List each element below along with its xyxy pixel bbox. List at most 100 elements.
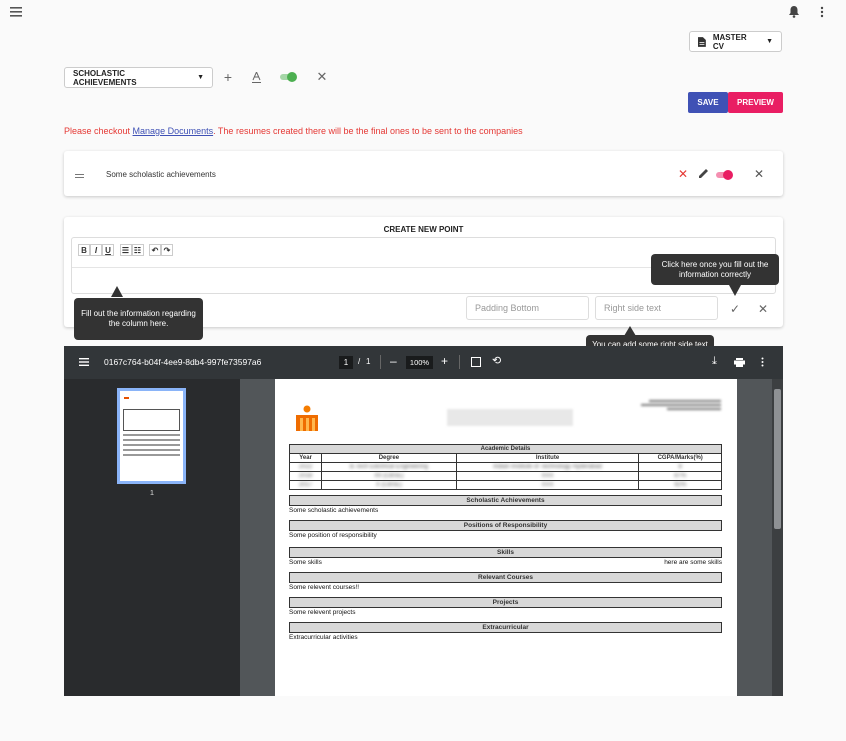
page-thumbnail[interactable] bbox=[117, 388, 186, 484]
cv-selector-label: MASTER CV bbox=[712, 32, 747, 51]
column-header: Degree bbox=[321, 453, 457, 463]
table-cell: 87% bbox=[638, 471, 722, 481]
section-selector-label: SCHOLASTIC ACHIEVEMENTS bbox=[73, 68, 137, 87]
table-cell: 8 bbox=[638, 462, 722, 472]
redo-icon[interactable]: ↷ bbox=[161, 244, 174, 256]
table-cell: B.Tech Electrical Engineering bbox=[321, 462, 457, 472]
padding-bottom-input[interactable]: Padding Bottom bbox=[466, 296, 589, 320]
section-left-text: Some scholastic achievements bbox=[289, 507, 379, 514]
section-title: Scholastic Achievements bbox=[289, 495, 722, 506]
resume-section: Extracurricular Extracurricular activiti… bbox=[289, 622, 722, 641]
close-icon[interactable]: ✕ bbox=[754, 167, 764, 181]
institute-logo bbox=[296, 405, 318, 433]
table-cell: 2017 bbox=[288, 480, 323, 490]
create-point-title: CREATE NEW POINT bbox=[383, 225, 464, 234]
pdf-page: Academic Details Year Degree Institute C… bbox=[275, 379, 737, 696]
add-icon[interactable]: + bbox=[221, 69, 235, 85]
table-cell: XXX bbox=[455, 480, 640, 490]
section-left-text: Some relevent courses!! bbox=[289, 584, 360, 591]
preview-button[interactable]: PREVIEW bbox=[728, 92, 783, 113]
delete-icon[interactable]: ✕ bbox=[678, 167, 688, 181]
cv-selector[interactable]: MASTER CV ▼ bbox=[689, 31, 782, 52]
section-title: Relevant Courses bbox=[289, 572, 722, 583]
table-cell: XII (CBSE) bbox=[321, 471, 457, 481]
document-icon bbox=[698, 36, 706, 47]
chevron-down-icon: ▼ bbox=[766, 38, 773, 45]
resume-section: Relevant Courses Some relevent courses!! bbox=[289, 572, 722, 591]
viewer-more-icon[interactable] bbox=[761, 357, 764, 369]
thumbnail-sidebar: 1 bbox=[64, 379, 240, 696]
bold-button[interactable]: B bbox=[78, 244, 90, 256]
table-cell: 2018 bbox=[288, 471, 323, 481]
italic-button[interactable]: I bbox=[90, 244, 102, 256]
section-right-text: here are some skills bbox=[664, 559, 722, 566]
bell-icon[interactable] bbox=[786, 4, 802, 20]
page-number-input[interactable]: 1 bbox=[339, 356, 353, 369]
table-cell: X (CBSE) bbox=[321, 480, 457, 490]
academic-table: Academic Details Year Degree Institute C… bbox=[288, 444, 722, 490]
contact-info bbox=[641, 398, 721, 424]
academic-table-wrap: Academic Details Year Degree Institute C… bbox=[288, 444, 722, 641]
zoom-level[interactable]: 100% bbox=[406, 356, 433, 369]
pdf-canvas: Academic Details Year Degree Institute C… bbox=[240, 379, 783, 696]
table-cell: Indian Institute of Technology Hyderabad bbox=[455, 462, 640, 472]
page-total: 1 bbox=[366, 357, 371, 366]
point-visibility-toggle[interactable] bbox=[716, 170, 733, 180]
table-cell: 92% bbox=[638, 480, 722, 490]
academic-title: Academic Details bbox=[289, 444, 722, 454]
edit-icon[interactable] bbox=[699, 168, 709, 180]
click-here-tooltip: Click here once you fill out the informa… bbox=[651, 254, 779, 285]
manage-documents-link[interactable]: Manage Documents bbox=[133, 126, 214, 136]
divider bbox=[380, 355, 381, 369]
rotate-icon[interactable]: ⟲ bbox=[492, 354, 501, 367]
table-row: 2022 B.Tech Electrical Engineering India… bbox=[288, 462, 722, 472]
section-selector[interactable]: SCHOLASTIC ACHIEVEMENTS ▼ bbox=[64, 67, 213, 88]
notice-prefix: Please checkout bbox=[64, 126, 133, 136]
close-icon[interactable]: ✕ bbox=[315, 69, 329, 84]
viewer-menu-icon[interactable] bbox=[79, 358, 89, 368]
save-button[interactable]: SAVE bbox=[688, 92, 728, 113]
menu-icon[interactable] bbox=[8, 4, 24, 20]
existing-point-card: Some scholastic achievements ✕ ✕ bbox=[64, 151, 783, 196]
fit-page-icon[interactable] bbox=[471, 357, 481, 367]
section-left-text: Some skills bbox=[289, 559, 322, 566]
section-left-text: Extracurricular activities bbox=[289, 634, 358, 641]
drag-handle-icon[interactable] bbox=[75, 171, 84, 181]
zoom-out-icon[interactable]: – bbox=[390, 354, 397, 368]
undo-icon[interactable]: ↶ bbox=[149, 244, 162, 256]
text-format-icon[interactable] bbox=[249, 70, 263, 84]
resume-section: Skills Some skills here are some skills bbox=[289, 547, 722, 566]
thumbnail-page-number: 1 bbox=[149, 488, 155, 497]
bullet-list-icon[interactable]: ☰ bbox=[119, 244, 132, 256]
column-header: Year bbox=[288, 453, 323, 463]
table-row: 2018 XII (CBSE) XXX 87% bbox=[288, 471, 722, 481]
section-visibility-toggle[interactable] bbox=[280, 72, 297, 82]
right-side-text-input[interactable]: Right side text bbox=[595, 296, 718, 320]
print-icon[interactable] bbox=[734, 358, 745, 369]
underline-button[interactable]: U bbox=[102, 244, 114, 256]
cancel-icon[interactable]: ✕ bbox=[758, 302, 768, 316]
page-separator: / bbox=[358, 357, 361, 366]
pdf-scrollbar[interactable] bbox=[772, 379, 783, 696]
scrollbar-thumb[interactable] bbox=[774, 389, 781, 529]
download-icon[interactable]: ⤓ bbox=[712, 355, 717, 368]
numbered-list-icon[interactable]: ☷ bbox=[131, 244, 144, 256]
section-title: Skills bbox=[289, 547, 722, 558]
notice-text: Please checkout Manage Documents. The re… bbox=[64, 126, 523, 136]
resume-section: Scholastic Achievements Some scholastic … bbox=[289, 495, 722, 514]
zoom-in-icon[interactable]: + bbox=[441, 354, 448, 368]
notice-suffix: . The resumes created there will be the … bbox=[213, 126, 523, 136]
confirm-check-icon[interactable]: ✓ bbox=[730, 302, 740, 316]
table-cell: 2022 bbox=[288, 462, 323, 472]
resume-section: Positions of Responsibility Some positio… bbox=[289, 520, 722, 539]
section-title: Positions of Responsibility bbox=[289, 520, 722, 531]
column-header: Institute bbox=[455, 453, 640, 463]
table-row: 2017 X (CBSE) XXX 92% bbox=[288, 480, 722, 490]
point-text: Some scholastic achievements bbox=[106, 170, 216, 179]
more-vert-icon[interactable] bbox=[814, 4, 830, 20]
fill-info-tooltip: Fill out the information regarding the c… bbox=[74, 298, 203, 340]
candidate-name bbox=[447, 409, 573, 426]
section-title: Projects bbox=[289, 597, 722, 608]
tooltip-arrow bbox=[111, 286, 123, 297]
section-title: Extracurricular bbox=[289, 622, 722, 633]
